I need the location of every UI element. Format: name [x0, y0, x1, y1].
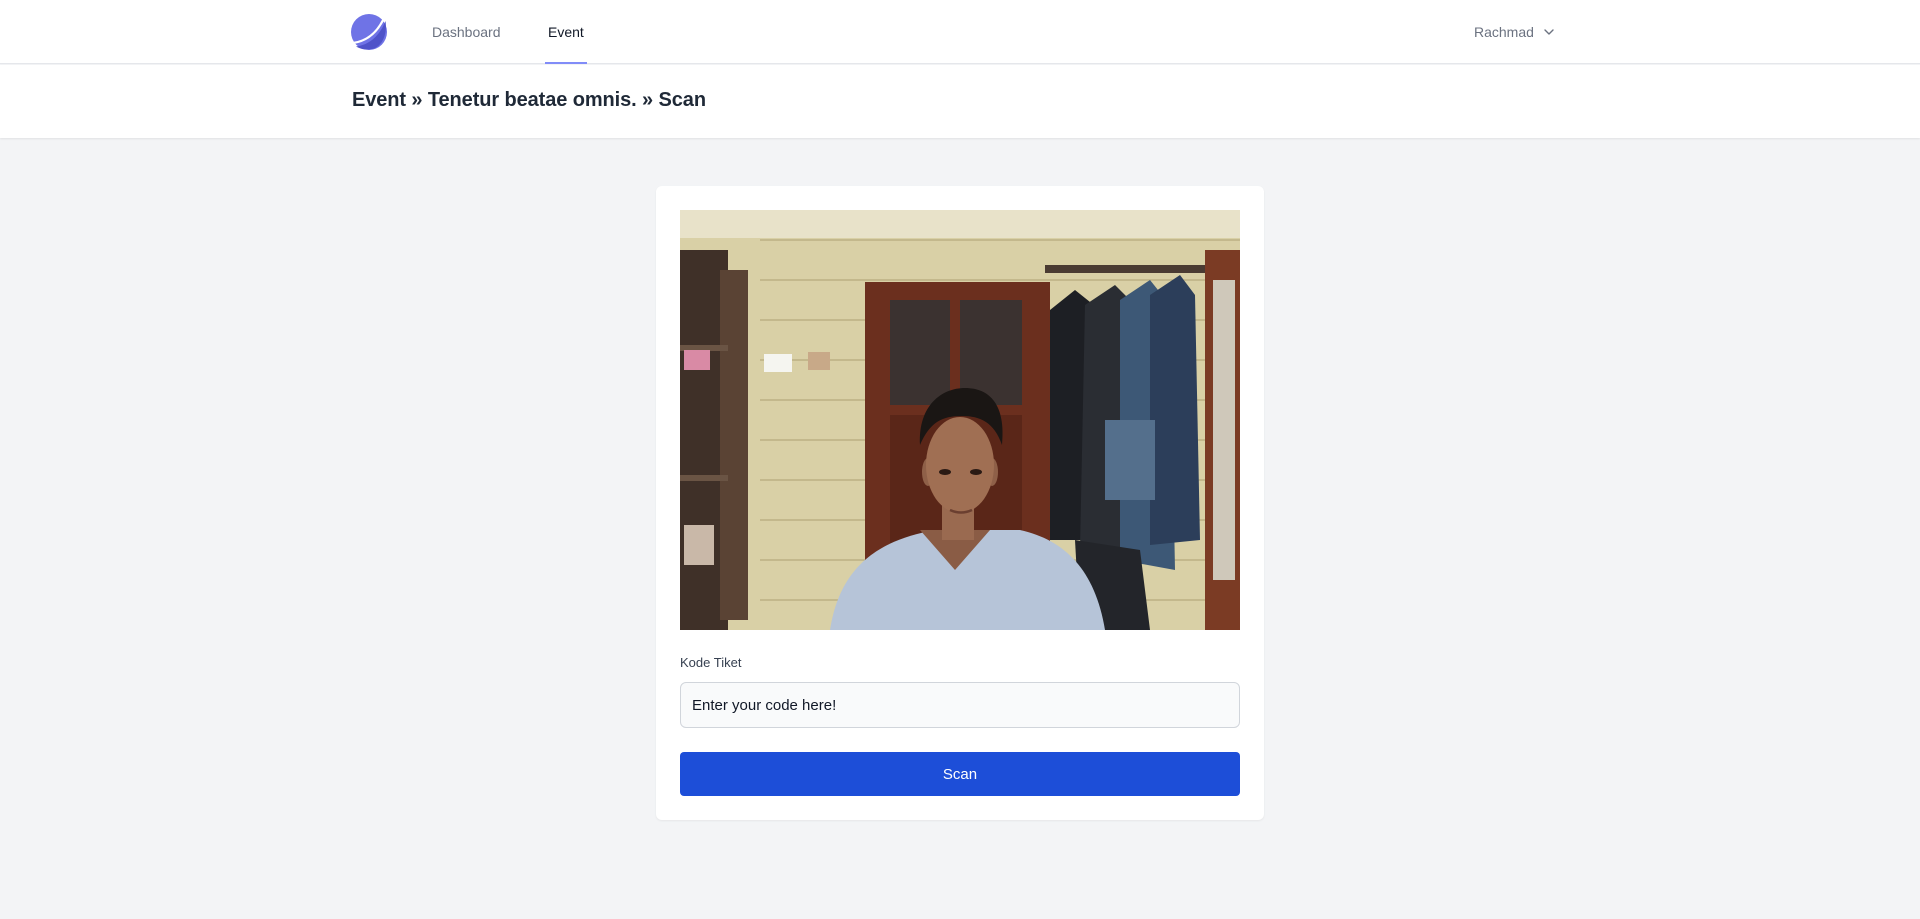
webcam-preview	[680, 210, 1240, 630]
scanner-card: Kode Tiket Scan	[656, 186, 1264, 820]
ticket-code-label: Kode Tiket	[680, 655, 742, 670]
page-header: Event » Tenetur beatae omnis. » Scan	[0, 65, 1920, 138]
user-name: Rachmad	[1474, 24, 1534, 40]
nav-event[interactable]: Event	[545, 0, 587, 64]
crescent-logo-icon[interactable]	[350, 13, 390, 51]
ticket-code-input[interactable]	[680, 682, 1240, 728]
webcam-scene-graphic	[680, 210, 1240, 630]
scan-button[interactable]: Scan	[680, 752, 1240, 796]
nav-dashboard[interactable]: Dashboard	[432, 0, 501, 64]
top-navigation: Dashboard Event Rachmad	[0, 0, 1920, 64]
user-menu[interactable]: Rachmad	[1474, 0, 1556, 64]
breadcrumb: Event » Tenetur beatae omnis. » Scan	[352, 89, 706, 111]
chevron-down-icon	[1544, 29, 1554, 35]
